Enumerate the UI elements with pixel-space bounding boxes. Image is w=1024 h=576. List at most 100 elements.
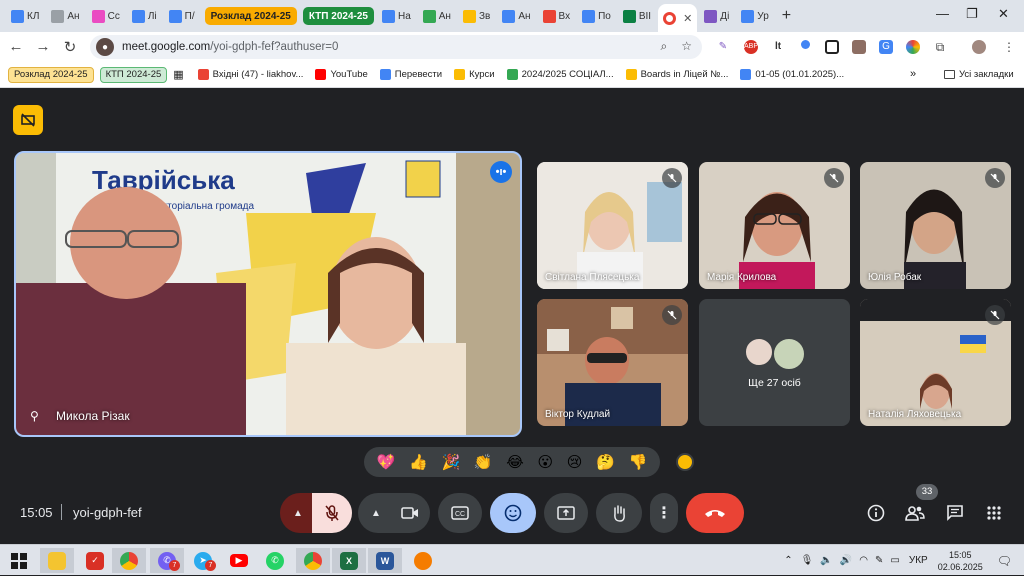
browser-tab[interactable]: Лі bbox=[127, 4, 162, 28]
bookmark-item[interactable]: Курси bbox=[454, 69, 495, 80]
activities-button[interactable] bbox=[981, 500, 1007, 526]
wifi-icon[interactable]: ◠ bbox=[859, 555, 868, 566]
bookmark-item[interactable]: YouTube bbox=[315, 69, 368, 80]
reaction-emoji-button[interactable]: 👎 bbox=[628, 453, 647, 471]
language-indicator[interactable]: УКР bbox=[909, 555, 928, 566]
figure-extension-icon[interactable] bbox=[852, 40, 866, 54]
bookmark-group-ktp[interactable]: КТП 2024-25 bbox=[99, 66, 168, 83]
reaction-emoji-button[interactable]: 🎉 bbox=[442, 453, 461, 471]
taskbar-app-orange[interactable] bbox=[406, 548, 440, 573]
forward-button[interactable]: → bbox=[29, 38, 57, 55]
battery-icon[interactable]: ▭ bbox=[890, 555, 899, 566]
color-extension-icon[interactable] bbox=[906, 40, 920, 54]
skin-tone-picker[interactable] bbox=[676, 453, 694, 471]
more-options-button[interactable]: ⋮ bbox=[650, 493, 678, 533]
browser-tab[interactable]: КЛ bbox=[6, 4, 44, 28]
close-window-button[interactable]: ✕ bbox=[998, 6, 1009, 22]
reaction-emoji-button[interactable]: 👏 bbox=[474, 453, 493, 471]
camera-toggle-button[interactable] bbox=[390, 493, 430, 533]
taskbar-telegram[interactable]: ➤ 7 bbox=[186, 548, 220, 573]
browser-tab[interactable]: По bbox=[577, 4, 616, 28]
tab-group-ktp[interactable]: КТП 2024-25 bbox=[302, 7, 374, 25]
taskbar-app-red[interactable]: ✓ bbox=[78, 548, 112, 573]
reaction-emoji-button[interactable]: 😮 bbox=[537, 453, 553, 471]
participant-tile[interactable]: Юлія Робак bbox=[860, 162, 1011, 289]
reaction-emoji-button[interactable]: 👍 bbox=[409, 453, 428, 471]
raise-hand-button[interactable] bbox=[596, 493, 642, 533]
maximize-button[interactable]: ❐ bbox=[966, 6, 978, 22]
microphone-tray-icon[interactable]: 🎙 bbox=[801, 555, 814, 566]
site-info-icon[interactable]: ● bbox=[96, 38, 114, 56]
participant-tile[interactable]: Наталія Ляховецька bbox=[860, 299, 1011, 426]
more-participants-tile[interactable]: Ще 27 осіб bbox=[699, 299, 850, 426]
bookmark-item[interactable]: Перевести bbox=[379, 69, 442, 80]
back-button[interactable]: ← bbox=[2, 38, 30, 55]
pen-extension-icon[interactable]: ✎ bbox=[716, 40, 730, 54]
more-bookmarks-icon[interactable]: » bbox=[910, 68, 916, 80]
address-bar[interactable]: ● meet.google.com/yoi-gdph-fef?authuser=… bbox=[90, 35, 702, 59]
browser-tab[interactable]: Вх bbox=[538, 4, 576, 28]
browser-tab[interactable]: Ан bbox=[418, 4, 456, 28]
zoom-icon[interactable]: ⌕ bbox=[661, 39, 668, 54]
all-bookmarks-folder[interactable]: Усі закладки bbox=[944, 69, 1014, 80]
browser-tab[interactable]: ВІІ bbox=[618, 4, 656, 28]
browser-tab[interactable]: На bbox=[377, 4, 416, 28]
browser-tab[interactable]: Ді bbox=[699, 4, 734, 28]
taskbar-excel[interactable]: X bbox=[332, 548, 366, 573]
bookmark-item[interactable]: 2024/2025 СОЦІАЛ... bbox=[506, 69, 614, 80]
browser-tab[interactable]: Зв bbox=[458, 4, 495, 28]
reaction-emoji-button[interactable]: 😂 bbox=[506, 453, 524, 471]
show-hidden-icons[interactable]: ⌃ bbox=[784, 555, 792, 566]
browser-tab[interactable]: П/ bbox=[164, 4, 200, 28]
blue-dot-extension-icon[interactable] bbox=[798, 40, 812, 54]
adblock-extension-icon[interactable]: ABP bbox=[744, 40, 758, 54]
captions-button[interactable]: CC bbox=[438, 493, 482, 533]
browser-tab[interactable]: Ан bbox=[497, 4, 535, 28]
reaction-emoji-button[interactable]: 💖 bbox=[377, 453, 396, 471]
taskbar-clock[interactable]: 15:05 02.06.2025 bbox=[938, 549, 983, 573]
meeting-details-button[interactable] bbox=[863, 500, 889, 526]
volume-muted-icon[interactable]: 🔈 bbox=[820, 555, 832, 566]
taskbar-file-explorer[interactable] bbox=[40, 548, 74, 573]
present-screen-button[interactable] bbox=[544, 493, 588, 533]
notifications-icon[interactable]: 🗨 bbox=[997, 554, 1012, 568]
hide-self-view-button[interactable] bbox=[13, 105, 43, 135]
bookmark-item[interactable]: Вхідні (47) - liakhov... bbox=[197, 69, 303, 80]
minimize-button[interactable]: — bbox=[936, 6, 949, 21]
taskbar-chrome-2[interactable] bbox=[296, 548, 330, 573]
pin-icon[interactable]: ⚲ bbox=[30, 409, 39, 423]
reload-button[interactable]: ↻ bbox=[56, 38, 84, 56]
taskbar-youtube[interactable]: ▶ bbox=[222, 548, 256, 573]
start-button[interactable] bbox=[2, 548, 36, 573]
video-options-button[interactable]: ▲ bbox=[358, 493, 394, 533]
extensions-puzzle-icon[interactable]: ⧉ bbox=[933, 40, 947, 54]
tab-group-schedule[interactable]: Розклад 2024-25 bbox=[204, 7, 297, 25]
main-speaker-tile[interactable]: Таврійська територіальна громада •ı• ⚲ М… bbox=[14, 151, 522, 437]
close-tab-icon[interactable]: ✕ bbox=[683, 12, 692, 25]
lt-extension-icon[interactable]: lt bbox=[771, 40, 785, 54]
profile-avatar[interactable] bbox=[972, 40, 986, 54]
reactions-button[interactable] bbox=[490, 493, 536, 533]
chat-button[interactable] bbox=[942, 500, 968, 526]
taskbar-viber[interactable]: ✆ 7 bbox=[150, 548, 184, 573]
menu-kebab-icon[interactable]: ⋮ bbox=[1002, 40, 1016, 54]
speaker-icon[interactable]: 🔊 bbox=[840, 555, 852, 566]
audio-options-button[interactable]: ▲ bbox=[280, 493, 316, 533]
participant-tile[interactable]: Світлана Плясецька bbox=[537, 162, 688, 289]
pen-tray-icon[interactable]: ✎ bbox=[875, 555, 883, 566]
bookmark-group-schedule[interactable]: Розклад 2024-25 bbox=[8, 66, 94, 83]
people-button[interactable] bbox=[902, 500, 928, 526]
bookmark-star-icon[interactable]: ☆ bbox=[681, 39, 692, 54]
apps-grid-icon[interactable]: ▦ bbox=[173, 68, 183, 81]
leave-call-button[interactable] bbox=[686, 493, 744, 533]
browser-tab[interactable]: Сс bbox=[87, 4, 125, 28]
taskbar-word[interactable]: W bbox=[368, 548, 402, 573]
bookmark-item[interactable]: Boards in Ліцей №... bbox=[625, 69, 728, 80]
participant-tile[interactable]: Віктор Кудлай bbox=[537, 299, 688, 426]
taskbar-whatsapp[interactable]: ✆ bbox=[258, 548, 292, 573]
browser-tab[interactable]: Ан bbox=[46, 4, 84, 28]
new-tab-button[interactable]: + bbox=[782, 7, 791, 25]
reaction-emoji-button[interactable]: 🤔 bbox=[596, 453, 615, 471]
browser-tab[interactable]: Ур bbox=[736, 4, 773, 28]
microphone-toggle-button[interactable] bbox=[312, 493, 352, 533]
